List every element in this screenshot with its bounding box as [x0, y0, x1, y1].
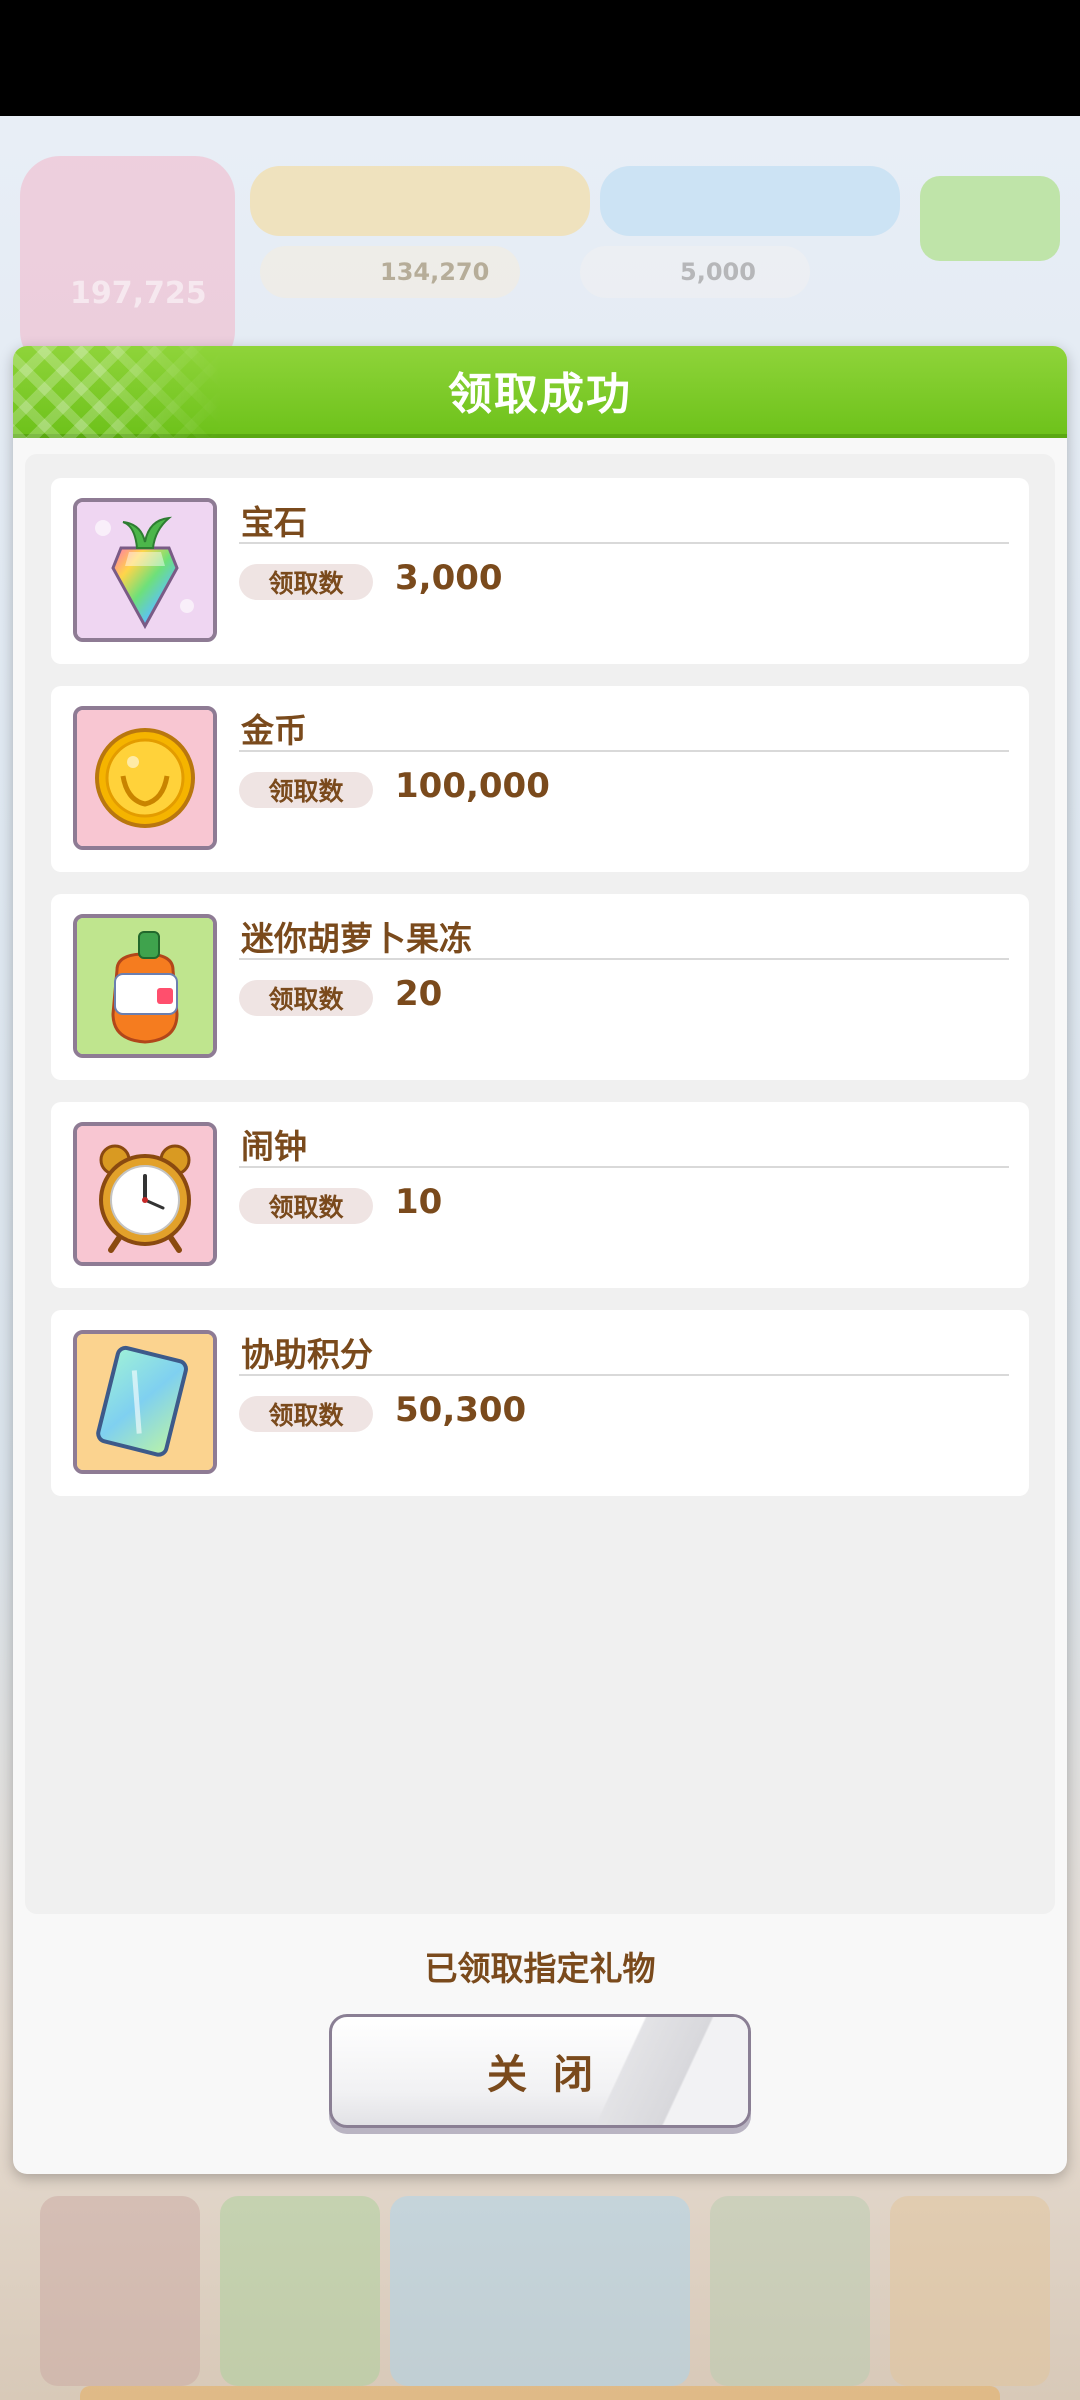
reward-list[interactable]: 宝石 领取数 3,000 金币 领取数 100,000 迷你胡萝卜果冻 领取数 … [25, 454, 1055, 1914]
reward-item: 宝石 领取数 3,000 [51, 478, 1029, 664]
item-divider [239, 1166, 1009, 1168]
background-gem-count: 5,000 [680, 258, 756, 286]
quantity-value: 3,000 [395, 558, 503, 598]
close-button[interactable]: 关闭 [329, 2014, 751, 2128]
quantity-label-badge: 领取数 [239, 1188, 373, 1224]
background-nav-item [710, 2196, 870, 2386]
quantity-label-badge: 领取数 [239, 564, 373, 600]
reward-item: 金币 领取数 100,000 [51, 686, 1029, 872]
item-divider [239, 958, 1009, 960]
reward-item: 迷你胡萝卜果冻 领取数 20 [51, 894, 1029, 1080]
background-badge [20, 156, 235, 371]
background-menu-button [920, 176, 1060, 261]
item-divider [239, 542, 1009, 544]
carrot-jelly-icon [73, 914, 217, 1058]
item-name: 闹钟 [241, 1127, 307, 1166]
header-diamond-pattern [13, 346, 223, 438]
background-bottom-bar [80, 2386, 1000, 2400]
reward-item: 协助积分 领取数 50,300 [51, 1310, 1029, 1496]
quantity-value: 20 [395, 974, 443, 1014]
quantity-label-badge: 领取数 [239, 980, 373, 1016]
background-stamina-bar [250, 166, 590, 236]
item-name: 宝石 [241, 503, 307, 542]
background-nav-item [890, 2196, 1050, 2386]
coin-icon [73, 706, 217, 850]
quantity-value: 50,300 [395, 1390, 527, 1430]
dialog-header: 领取成功 [13, 346, 1067, 438]
background-nav-item [390, 2196, 690, 2386]
item-name: 迷你胡萝卜果冻 [241, 919, 472, 958]
background-badge-number: 197,725 [70, 276, 207, 311]
background-nav-item [220, 2196, 380, 2386]
alarm-clock-icon [73, 1122, 217, 1266]
item-name: 金币 [241, 711, 307, 750]
claimed-notice: 已领取指定礼物 [424, 1949, 656, 1988]
reward-dialog: 领取成功 宝石 领取数 3,000 金币 领取数 100,000 迷你胡萝卜果冻… [13, 346, 1067, 2174]
close-button-label: 关闭 [487, 2052, 619, 2098]
background-energy-bar [600, 166, 900, 236]
quantity-label-badge: 领取数 [239, 1396, 373, 1432]
item-divider [239, 1374, 1009, 1376]
quantity-value: 10 [395, 1182, 443, 1222]
dialog-title: 领取成功 [448, 369, 632, 420]
reward-item: 闹钟 领取数 10 [51, 1102, 1029, 1288]
gem-icon [73, 498, 217, 642]
support-point-card-icon [73, 1330, 217, 1474]
quantity-label-badge: 领取数 [239, 772, 373, 808]
item-name: 协助积分 [241, 1335, 373, 1374]
status-bar [0, 0, 1080, 116]
background-nav-item [40, 2196, 200, 2386]
quantity-value: 100,000 [395, 766, 550, 806]
item-divider [239, 750, 1009, 752]
background-coin-count: 134,270 [380, 258, 490, 286]
